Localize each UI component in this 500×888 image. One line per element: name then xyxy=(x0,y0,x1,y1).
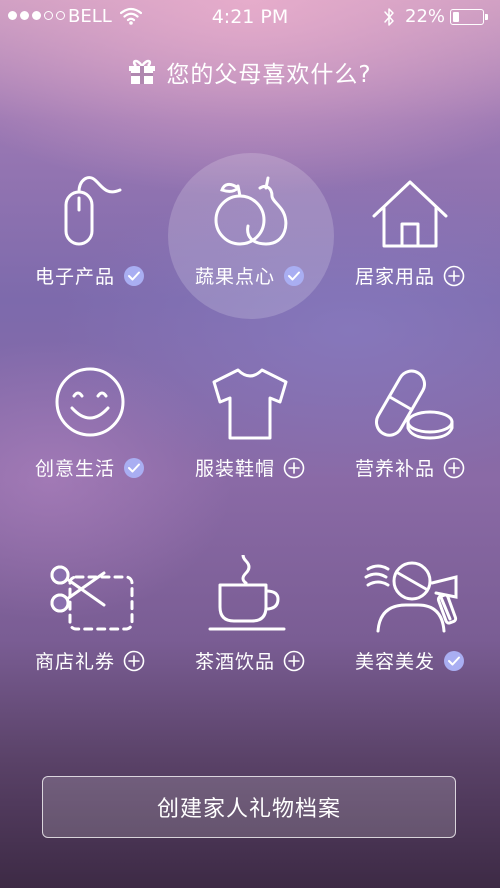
smiley-icon xyxy=(55,367,125,437)
category-label: 服装鞋帽 xyxy=(194,458,275,480)
category-label: 居家用品 xyxy=(354,266,435,288)
page-title: 您的父母喜欢什么? xyxy=(166,62,372,88)
hair-dryer-icon xyxy=(364,561,458,633)
tshirt-icon xyxy=(212,368,288,440)
category-label: 美容美发 xyxy=(354,651,435,673)
category-electronics[interactable]: 电子产品 xyxy=(10,170,170,320)
plus-circle-icon xyxy=(283,650,305,671)
coupon-scissors-icon xyxy=(50,565,134,631)
category-home-goods[interactable]: 居家用品 xyxy=(330,170,490,320)
bluetooth-icon xyxy=(384,8,394,26)
check-circle-icon xyxy=(124,265,144,286)
category-tea-wine[interactable]: 茶酒饮品 xyxy=(170,555,330,705)
plus-circle-icon xyxy=(283,457,305,478)
category-store-vouchers[interactable]: 商店礼券 xyxy=(10,555,170,705)
category-beauty-hair[interactable]: 美容美发 xyxy=(330,555,490,705)
pill-icon xyxy=(375,369,454,440)
plus-circle-icon xyxy=(443,265,465,286)
category-label: 创意生活 xyxy=(34,458,115,480)
category-label: 蔬果点心 xyxy=(194,266,275,288)
category-creative-life[interactable]: 创意生活 xyxy=(10,362,170,512)
category-label: 茶酒饮品 xyxy=(194,651,275,673)
plus-circle-icon xyxy=(123,650,145,671)
category-clothing[interactable]: 服装鞋帽 xyxy=(170,362,330,512)
category-label: 商店礼券 xyxy=(34,651,115,673)
gift-icon xyxy=(129,59,156,84)
status-bar: BELL 4:21 PM 22% xyxy=(0,0,500,34)
check-circle-icon xyxy=(124,457,144,478)
category-supplements[interactable]: 营养补品 xyxy=(330,362,490,512)
check-circle-icon xyxy=(284,265,304,286)
category-label: 营养补品 xyxy=(354,458,435,480)
category-fruit-snacks[interactable]: 蔬果点心 xyxy=(170,170,330,320)
plus-circle-icon xyxy=(443,457,465,478)
tea-cup-icon xyxy=(208,555,286,631)
fruit-icon xyxy=(214,176,288,246)
battery-icon xyxy=(450,9,488,25)
battery-percent: 22% xyxy=(405,6,446,27)
create-family-gift-profile-button[interactable]: 创建家人礼物档案 xyxy=(42,776,456,838)
check-circle-icon xyxy=(444,650,464,671)
mouse-icon xyxy=(64,176,122,246)
category-label: 电子产品 xyxy=(34,266,115,288)
create-button-label: 创建家人礼物档案 xyxy=(156,797,341,822)
page-header: 您的父母喜欢什么? xyxy=(0,55,500,89)
house-icon xyxy=(372,180,448,248)
